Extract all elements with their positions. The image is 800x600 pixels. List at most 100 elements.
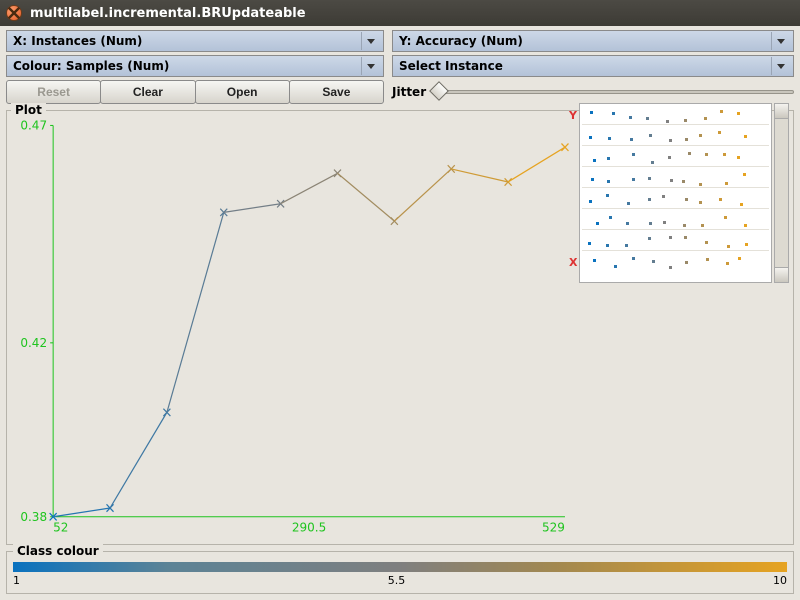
mini-plot-row: X [582, 254, 769, 272]
svg-text:52: 52 [53, 520, 68, 534]
mini-dot [745, 243, 748, 246]
class-colour-ticks: 1 5.5 10 [13, 574, 787, 587]
y-axis-combo[interactable]: Y: Accuracy (Num) [392, 30, 794, 52]
mini-plot-stack: YX [579, 103, 772, 283]
select-instance-label: Select Instance [399, 59, 503, 73]
x-axis-combo[interactable]: X: Instances (Num) [6, 30, 384, 52]
select-instance-combo[interactable]: Select Instance [392, 55, 794, 77]
mini-dot [737, 156, 740, 159]
mini-dot [727, 245, 730, 248]
mini-dot [632, 153, 635, 156]
mini-dot [740, 203, 743, 206]
mini-dot [591, 178, 594, 181]
mini-dot [743, 173, 746, 176]
window-close-button[interactable] [6, 5, 22, 21]
mini-dot [632, 257, 635, 260]
plot-group: Plot 0.380.420.4752290.5529 YX [6, 110, 794, 545]
mini-x-label: X [569, 256, 577, 269]
attribute-strip-panel: YX [579, 103, 789, 540]
class-colour-max: 10 [773, 574, 787, 587]
mini-dot [669, 139, 672, 142]
class-colour-gradient [13, 562, 787, 572]
mini-dot [685, 261, 688, 264]
mini-dot [649, 222, 652, 225]
mini-dot [685, 138, 688, 141]
mini-dot [593, 159, 596, 162]
mini-plot-row [582, 149, 769, 167]
mini-dot [726, 262, 729, 265]
class-colour-group: Class colour 1 5.5 10 [6, 551, 794, 594]
mini-dot [614, 265, 617, 268]
mini-dot [652, 260, 655, 263]
mini-dot [684, 119, 687, 122]
plot-group-label: Plot [11, 103, 46, 117]
chevron-down-icon [361, 32, 379, 50]
mini-dot [668, 156, 671, 159]
mini-dot [682, 180, 685, 183]
mini-dot [607, 157, 610, 160]
mini-dot [632, 178, 635, 181]
mini-dot [725, 182, 728, 185]
mini-dot [588, 242, 591, 245]
class-colour-label: Class colour [13, 544, 103, 558]
mini-dot [684, 236, 687, 239]
reset-button[interactable]: Reset [6, 80, 101, 104]
mini-dot [723, 153, 726, 156]
mini-dot [670, 179, 673, 182]
mini-plot-row [582, 212, 769, 230]
mini-dot [627, 202, 630, 205]
colour-combo[interactable]: Colour: Samples (Num) [6, 55, 384, 77]
window-title: multilabel.incremental.BRUpdateable [30, 6, 306, 21]
controls-row: X: Instances (Num) Colour: Samples (Num)… [0, 26, 800, 104]
slider-track [432, 90, 794, 94]
mini-dot [589, 200, 592, 203]
mini-dot [706, 258, 709, 261]
mini-dot [705, 241, 708, 244]
mini-dot [669, 236, 672, 239]
titlebar: multilabel.incremental.BRUpdateable [0, 0, 800, 26]
mini-dot [608, 137, 611, 140]
mini-dot [738, 257, 741, 260]
svg-text:290.5: 290.5 [292, 520, 326, 534]
mini-dot [606, 194, 609, 197]
mini-dot [630, 138, 633, 141]
mini-dot [607, 180, 610, 183]
mini-dot [651, 161, 654, 164]
mini-dot [589, 136, 592, 139]
mini-dot [593, 259, 596, 262]
save-button[interactable]: Save [289, 80, 384, 104]
mini-dot [648, 177, 651, 180]
mini-plot-row [582, 191, 769, 209]
mini-y-label: Y [569, 109, 577, 122]
mini-dot [609, 216, 612, 219]
class-colour-min: 1 [13, 574, 20, 587]
mini-dot [648, 198, 651, 201]
mini-dot [699, 183, 702, 186]
mini-plot-scrollbar[interactable] [774, 103, 789, 283]
mini-dot [596, 222, 599, 225]
slider-thumb[interactable] [429, 81, 449, 101]
mini-dot [699, 134, 702, 137]
svg-text:0.42: 0.42 [20, 336, 47, 350]
action-button-row: Reset Clear Open Save [6, 80, 384, 104]
x-axis-label: X: Instances (Num) [13, 34, 142, 48]
open-button[interactable]: Open [195, 80, 290, 104]
mini-plot-row [582, 128, 769, 146]
mini-dot [606, 244, 609, 247]
main-plot-area: 0.380.420.4752290.5529 [11, 117, 573, 540]
line-chart: 0.380.420.4752290.5529 [11, 117, 573, 540]
svg-text:529: 529 [542, 520, 565, 534]
class-colour-mid: 5.5 [388, 574, 406, 587]
chevron-down-icon [771, 57, 789, 75]
mini-dot [662, 195, 665, 198]
mini-dot [626, 222, 629, 225]
mini-dot [699, 201, 702, 204]
mini-plot-row [582, 170, 769, 188]
chevron-down-icon [361, 57, 379, 75]
svg-text:0.47: 0.47 [20, 118, 47, 132]
jitter-slider[interactable] [432, 84, 794, 100]
mini-dot [648, 237, 651, 240]
mini-dot [704, 117, 707, 120]
mini-dot [625, 244, 628, 247]
clear-button[interactable]: Clear [100, 80, 195, 104]
